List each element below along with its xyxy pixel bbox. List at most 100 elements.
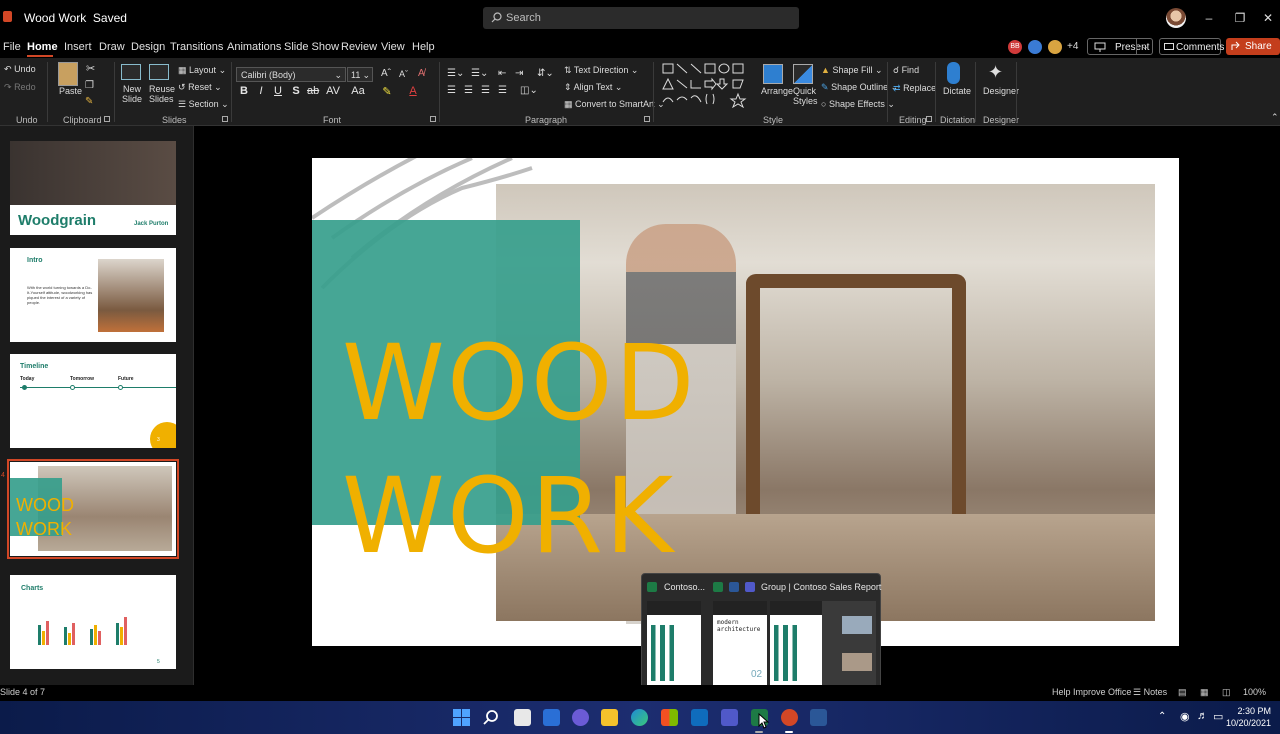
decrease-indent-icon[interactable]: ⇤ [498,68,506,79]
collapse-ribbon-icon[interactable]: ⌃ [1271,112,1279,123]
shape-fill-button[interactable]: ▲ Shape Fill ⌄ [821,65,883,76]
document-title[interactable]: Wood Work Saved [24,11,127,25]
windows-start-icon[interactable] [453,709,470,726]
cut-icon[interactable]: ✂ [86,62,95,75]
bold-button[interactable]: B [238,85,250,97]
slide-title-line2[interactable]: WORK [342,464,675,568]
comments-button[interactable]: Comments [1159,38,1224,55]
task-view-icon[interactable] [514,709,531,726]
preview-thumb-excel-2[interactable] [770,601,824,689]
chat-icon[interactable] [572,709,589,726]
search-icon[interactable] [483,709,500,726]
slide-title-line1[interactable]: WOOD [342,331,697,435]
character-spacing-icon[interactable]: AV [324,85,342,97]
designer-icon[interactable]: ✦ [988,62,1003,83]
copy-icon[interactable]: ❐ [85,80,94,91]
battery-icon[interactable]: ▭ [1213,710,1223,723]
new-slide-button[interactable]: New Slide [122,84,142,104]
preview-thumb-word[interactable]: modern architecture 02 [713,601,767,689]
font-name-select[interactable]: Calibri (Body) ⌄ [236,67,346,82]
shape-effects-button[interactable]: ○ Shape Effects ⌄ [821,99,895,110]
store-icon[interactable] [661,709,678,726]
layout-button[interactable]: ▦ Layout ⌄ [178,65,226,76]
slide-thumbnail-5[interactable]: Charts 5 [10,575,176,669]
font-color-icon[interactable]: A [407,85,419,97]
tab-home[interactable]: Home [27,41,58,53]
show-hidden-icons-icon[interactable]: ⌃ [1158,711,1166,722]
align-center-icon[interactable]: ☰ [464,85,473,96]
edge-icon[interactable] [631,709,648,726]
align-left-icon[interactable]: ☰ [447,85,456,96]
wifi-icon[interactable]: ◉ [1180,710,1190,723]
arrange-icon[interactable] [763,64,783,84]
clear-formatting-icon[interactable]: A̸ [418,68,425,79]
minimize-icon[interactable]: – [1200,9,1218,27]
increase-indent-icon[interactable]: ⇥ [515,68,523,79]
tab-animations[interactable]: Animations [227,41,281,53]
slide-thumbnail-2[interactable]: Intro With the world turning towards a D… [10,248,176,342]
underline-button[interactable]: U [272,85,284,97]
reuse-slides-icon[interactable] [149,64,169,80]
paste-button[interactable]: Paste [59,86,82,96]
shapes-gallery[interactable] [660,62,756,108]
font-launcher-icon[interactable] [430,116,436,122]
slide-thumbnail-4[interactable]: WOOD WORK [7,459,179,559]
close-icon[interactable]: ✕ [1259,9,1277,27]
designer-button[interactable]: Designer [983,86,1019,96]
section-button[interactable]: ☰ Section ⌄ [178,99,229,110]
bullets-icon[interactable]: ☰⌄ [447,68,464,79]
reset-button[interactable]: ↺ Reset ⌄ [178,82,222,93]
slide-sorter-icon[interactable]: ▦ [1200,687,1209,698]
italic-button[interactable]: I [255,85,267,97]
outlook-icon[interactable] [691,709,708,726]
file-explorer-icon[interactable] [601,709,618,726]
tab-draw[interactable]: Draw [99,41,125,53]
clock-date[interactable]: 10/20/2021 [1226,718,1271,728]
grow-font-icon[interactable]: Aˆ [381,68,391,79]
tab-slide-show[interactable]: Slide Show [284,41,339,53]
paragraph-launcher-icon[interactable] [644,116,650,122]
tab-file[interactable]: File [3,41,21,53]
slide-thumbnail-1[interactable]: Woodgrain Jack Purton [10,141,176,235]
new-slide-icon[interactable] [121,64,141,80]
zoom-level[interactable]: 100% [1243,687,1266,697]
align-text-button[interactable]: ⇕ Align Text ⌄ [564,82,622,93]
present-dropdown-icon[interactable]: ⌄ [1136,38,1153,55]
preview-thumb-teams[interactable] [822,601,876,689]
notes-button[interactable]: ☰ Notes [1133,687,1167,698]
taskbar-window-preview[interactable]: Contoso... Group | Contoso Sales Report … [641,573,881,693]
powerpoint-icon[interactable] [781,709,798,726]
replace-button[interactable]: ⇄ Replace [893,83,936,94]
numbering-icon[interactable]: ☰⌄ [471,68,488,79]
teams-icon[interactable] [721,709,738,726]
tab-view[interactable]: View [381,41,405,53]
tab-review[interactable]: Review [341,41,377,53]
word-icon[interactable] [810,709,827,726]
justify-icon[interactable]: ☰ [498,85,507,96]
restore-icon[interactable]: ❐ [1231,9,1249,27]
tab-transitions[interactable]: Transitions [170,41,223,53]
help-improve-office[interactable]: Help Improve Office [1052,687,1131,697]
text-direction-button[interactable]: ⇅ Text Direction ⌄ [564,65,638,76]
format-painter-icon[interactable]: ✎ [85,96,93,107]
tab-help[interactable]: Help [412,41,435,53]
undo-button[interactable]: ↶ Undo [4,64,36,75]
widgets-icon[interactable] [543,709,560,726]
microphone-icon[interactable] [947,62,960,84]
change-case-icon[interactable]: Aa [350,85,366,97]
align-right-icon[interactable]: ☰ [481,85,490,96]
shrink-font-icon[interactable]: Aˇ [399,69,408,79]
highlight-icon[interactable]: ✎ [381,85,393,98]
volume-icon[interactable]: ♬ [1197,710,1208,722]
tab-insert[interactable]: Insert [64,41,92,53]
convert-smartart-button[interactable]: ▦ Convert to SmartArt ⌄ [564,99,665,110]
tab-design[interactable]: Design [131,41,165,53]
shadow-button[interactable]: S [290,85,302,97]
line-spacing-icon[interactable]: ⇵⌄ [537,68,554,79]
search-input[interactable]: Search [483,7,799,29]
user-avatar[interactable] [1166,8,1186,28]
reading-view-icon[interactable]: ◫ [1222,687,1231,698]
clipboard-launcher-icon[interactable] [104,116,110,122]
quick-styles-button[interactable]: Quick Styles [793,86,818,106]
arrange-button[interactable]: Arrange [761,86,793,96]
